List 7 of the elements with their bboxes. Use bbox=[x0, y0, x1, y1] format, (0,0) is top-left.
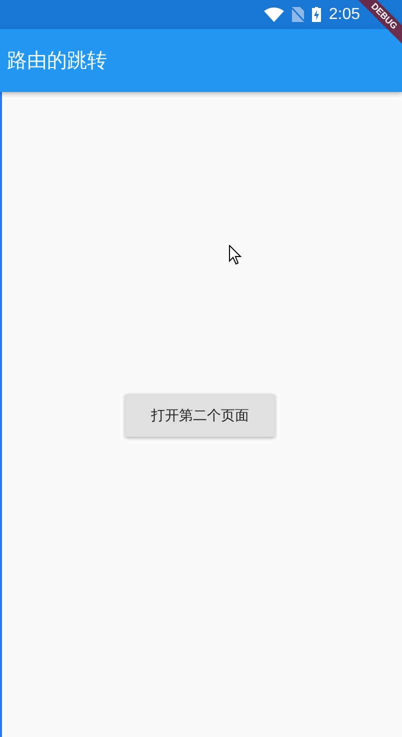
mouse-pointer-icon bbox=[229, 245, 242, 265]
wifi-icon bbox=[264, 7, 284, 22]
open-second-page-button[interactable]: 打开第二个页面 bbox=[125, 394, 275, 437]
no-sim-icon bbox=[292, 7, 304, 22]
status-time: 2:05 bbox=[328, 6, 360, 24]
battery-charging-icon bbox=[312, 7, 321, 22]
app-bar-title: 路由的跳转 bbox=[7, 47, 107, 74]
